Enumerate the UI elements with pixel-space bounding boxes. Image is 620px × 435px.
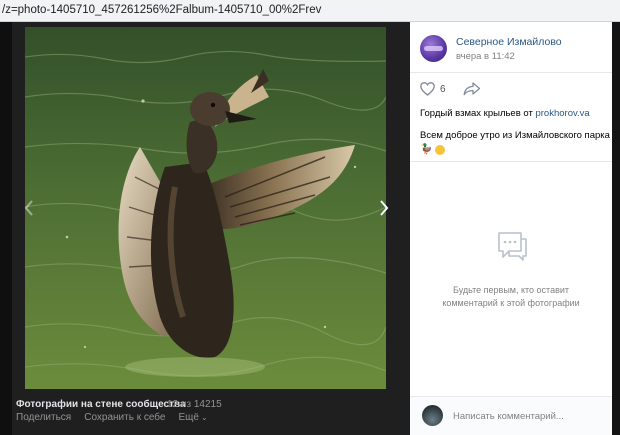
- share-link[interactable]: Поделиться: [16, 412, 71, 423]
- share-arrow-icon: [463, 82, 481, 96]
- url-text: /z=photo-1405710_457261256%2Falbum-14057…: [2, 4, 322, 16]
- chevron-right-icon: [380, 200, 389, 216]
- reactions-bar: 6: [410, 74, 612, 106]
- chevron-left-icon: [24, 200, 33, 216]
- photo-message: Всем доброе утро из Измайловского парка …: [420, 130, 610, 156]
- photo-caption: Гордый взмах крыльев от prokhorov.va: [420, 108, 590, 119]
- comments-empty-icon: [495, 229, 529, 268]
- comment-input[interactable]: [453, 405, 603, 427]
- comment-composer: [410, 396, 612, 435]
- page-backdrop-left: [0, 22, 12, 435]
- duck-image: [25, 27, 386, 389]
- chevron-down-icon: ⌄: [200, 413, 208, 422]
- save-link[interactable]: Сохранить к себе: [84, 412, 165, 423]
- photo-viewer: Фотографии на стене сообщества 12 из 142…: [12, 22, 410, 435]
- share-button[interactable]: [463, 82, 481, 101]
- like-count: 6: [440, 83, 446, 95]
- divider: [410, 161, 612, 162]
- duck-photo[interactable]: [25, 27, 386, 389]
- next-photo-button[interactable]: [374, 196, 394, 220]
- like-button[interactable]: 6: [420, 82, 446, 96]
- author-header: Северное Измайлово вчера в 11:42: [410, 22, 612, 73]
- smile-emoji-icon: [435, 145, 446, 155]
- user-avatar[interactable]: [422, 405, 443, 426]
- emoji-row: 🦆: [420, 144, 610, 156]
- album-title[interactable]: Фотографии на стене сообщества: [16, 399, 186, 410]
- group-avatar[interactable]: [420, 35, 447, 62]
- comments-empty-text: Будьте первым, кто оставит комментарий к…: [442, 285, 580, 308]
- heart-icon: [420, 82, 435, 96]
- photo-counter: 12 из 14215: [167, 399, 222, 410]
- post-time[interactable]: вчера в 11:42: [456, 51, 515, 62]
- prev-photo-button[interactable]: [19, 196, 39, 220]
- more-link[interactable]: Ещё ⌄: [178, 412, 207, 423]
- author-link[interactable]: prokhorov.va: [535, 108, 589, 119]
- photo-actions: Поделиться Сохранить к себе Ещё ⌄: [16, 412, 208, 423]
- more-label: Ещё: [178, 412, 199, 423]
- address-bar[interactable]: /z=photo-1405710_457261256%2Falbum-14057…: [0, 0, 620, 22]
- caption-text: Гордый взмах крыльев от: [420, 108, 536, 119]
- duck-emoji-icon: 🦆: [420, 144, 433, 155]
- page-backdrop-right: [612, 22, 620, 435]
- message-text: Всем доброе утро из Измайловского парка: [420, 130, 610, 141]
- group-name-link[interactable]: Северное Измайлово: [456, 36, 562, 48]
- photo-info-panel: Северное Измайлово вчера в 11:42 6 Горды…: [410, 22, 612, 435]
